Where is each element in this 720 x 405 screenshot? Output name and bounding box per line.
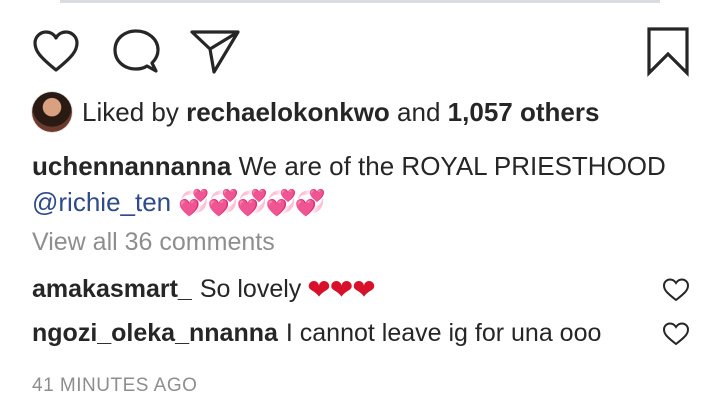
heart-icon[interactable] — [30, 26, 82, 78]
comment-text: I cannot leave ig for una ooo — [285, 318, 602, 347]
caption-author[interactable]: uchennannanna — [32, 151, 231, 181]
comment-like-heart-icon[interactable] — [662, 277, 690, 303]
view-all-comments-link[interactable]: View all 36 comments — [32, 228, 275, 257]
post-image-bottom-edge — [60, 0, 660, 3]
liked-by-user[interactable]: rechaelokonkwo — [186, 97, 390, 128]
likes-row[interactable]: Liked by rechaelokonkwo and 1,057 others — [32, 90, 599, 134]
comment-emoji: ❤❤❤ — [307, 273, 375, 305]
caption-mention[interactable]: @richie_ten — [32, 187, 171, 217]
comment-like-heart-icon[interactable] — [662, 321, 690, 347]
comment-user[interactable]: ngozi_oleka_nnanna — [32, 319, 278, 348]
caption: uchennannanna We are of the ROYAL PRIEST… — [32, 148, 692, 221]
caption-text: We are of the ROYAL PRIESTHOOD — [238, 151, 666, 181]
others-count[interactable]: 1,057 others — [448, 97, 600, 128]
action-bar — [0, 26, 720, 80]
comment-row: ngozi_oleka_nnanna I cannot leave ig for… — [32, 315, 672, 351]
bookmark-icon[interactable] — [644, 26, 692, 78]
liked-by-prefix: Liked by — [82, 96, 179, 127]
comment-row: amakasmart_ So lovely ❤❤❤ — [32, 271, 672, 307]
comment-user[interactable]: amakasmart_ — [32, 275, 192, 304]
post-timestamp: 41 MINUTES AGO — [32, 375, 198, 396]
caption-emoji: 💞💞💞💞💞 — [178, 189, 326, 217]
comment-text: So lovely — [199, 274, 302, 303]
comment-icon[interactable] — [110, 26, 162, 78]
and-text: and — [397, 96, 441, 127]
avatar[interactable] — [32, 92, 72, 132]
share-icon[interactable] — [188, 26, 242, 78]
